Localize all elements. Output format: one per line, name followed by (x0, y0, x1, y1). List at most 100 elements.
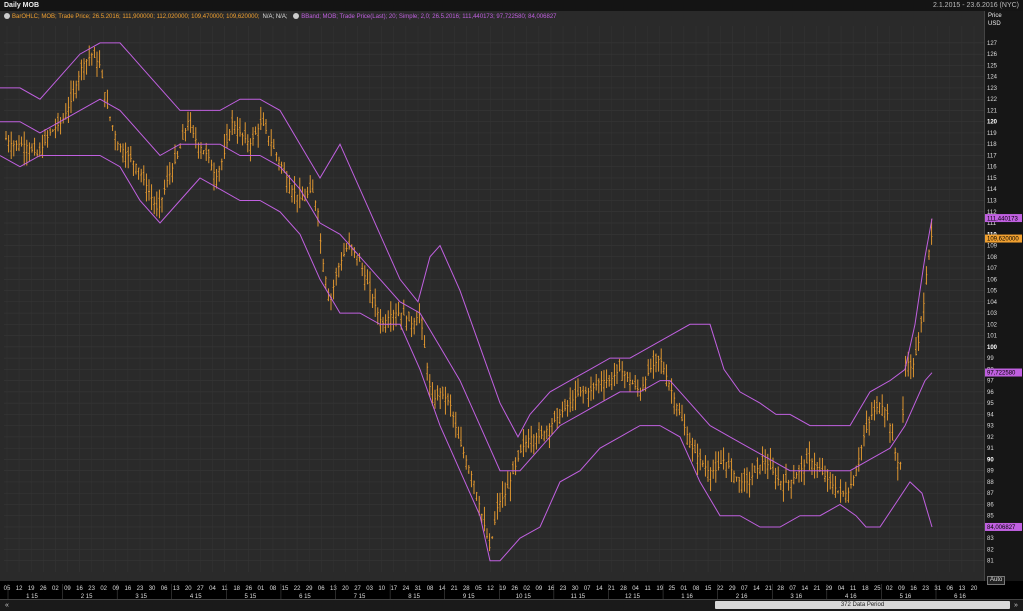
x-day-label: 09 (536, 586, 543, 592)
x-day-label: 20 (971, 586, 978, 592)
x-day-label: 20 (342, 586, 349, 592)
y-tick-label: 126 (987, 52, 998, 58)
x-day-label: 28 (777, 586, 784, 592)
y-tick-label: 85 (987, 514, 994, 520)
x-day-label: 09 (64, 586, 71, 592)
x-day-label: 07 (789, 586, 796, 592)
y-tick-label: 93 (987, 424, 994, 430)
x-day-label: 04 (632, 586, 639, 592)
x-day-label: 08 (427, 586, 434, 592)
time-scrollbar[interactable]: « 372 Data Period » (0, 599, 1023, 611)
x-day-label: 28 (463, 586, 470, 592)
x-day-label: 24 (403, 586, 410, 592)
x-day-label: 14 (596, 586, 603, 592)
y-tick-label: 113 (987, 198, 997, 204)
x-day-label: 26 (511, 586, 518, 592)
x-day-label: 21 (814, 586, 821, 592)
y-tick-label: 109 (987, 244, 998, 250)
x-day-label: 01 (257, 586, 264, 592)
x-day-label: 04 (209, 586, 216, 592)
x-day-label: 02 (52, 586, 59, 592)
price-tag-label: 109,620000 (987, 237, 1019, 243)
y-tick-label: 108 (987, 255, 998, 261)
x-day-label: 12 (16, 586, 23, 592)
x-day-label: 06 (946, 586, 953, 592)
y-tick-label: 117 (987, 153, 997, 159)
y-tick-label: 86 (987, 502, 994, 508)
x-day-label: 11 (850, 586, 857, 592)
x-day-label: 21 (608, 586, 615, 592)
y-tick-label: 99 (987, 356, 994, 362)
x-day-label: 23 (88, 586, 95, 592)
double-chevron-right-icon[interactable]: » (1011, 601, 1021, 610)
y-tick-label: 122 (987, 97, 998, 103)
x-day-label: 16 (910, 586, 917, 592)
x-day-label: 27 (354, 586, 361, 592)
x-day-label: 30 (149, 586, 156, 592)
x-day-label: 14 (439, 586, 446, 592)
y-tick-label: 89 (987, 469, 994, 475)
x-day-label: 31 (415, 586, 422, 592)
x-day-label: 30 (572, 586, 579, 592)
period-label: 372 Data Period (840, 602, 885, 608)
y-tick-label: 95 (987, 401, 994, 407)
x-day-label: 21 (451, 586, 458, 592)
x-day-label: 19 (28, 586, 35, 592)
y-tick-label: 92 (987, 435, 994, 441)
price-tag-label: 84,006827 (987, 525, 1016, 531)
y-tick-label: 114 (987, 187, 997, 193)
x-day-label: 02 (100, 586, 107, 592)
y-tick-label: 83 (987, 536, 994, 542)
y-tick-label: 101 (987, 334, 998, 340)
y-tick-label: 96 (987, 390, 994, 396)
x-day-label: 19 (499, 586, 506, 592)
y-tick-label: 102 (987, 322, 998, 328)
y-tick-label: 121 (987, 108, 998, 114)
double-chevron-left-icon[interactable]: « (2, 601, 12, 610)
x-day-label: 13 (330, 586, 337, 592)
x-day-label: 07 (584, 586, 591, 592)
y-tick-label: 125 (987, 63, 998, 69)
y-tick-label: 115 (987, 176, 997, 182)
x-day-label: 13 (173, 586, 180, 592)
x-day-label: 10 (378, 586, 385, 592)
y-tick-label: 106 (987, 277, 998, 283)
x-day-label: 14 (801, 586, 808, 592)
x-day-label: 18 (233, 586, 240, 592)
auto-scale-button[interactable]: Auto (987, 576, 1006, 585)
x-day-label: 01 (681, 586, 688, 592)
x-day-label: 05 (475, 586, 482, 592)
x-day-label: 25 (874, 586, 881, 592)
x-day-label: 22 (294, 586, 301, 592)
x-day-label: 15 (282, 586, 289, 592)
x-day-label: 19 (656, 586, 663, 592)
y-tick-label: 87 (987, 491, 994, 497)
y-tick-label: 91 (987, 446, 994, 452)
y-tick-label: 90 (987, 457, 994, 463)
x-day-label: 02 (886, 586, 893, 592)
x-day-label: 28 (620, 586, 627, 592)
y-tick-label: 107 (987, 266, 998, 272)
x-day-label: 18 (862, 586, 869, 592)
y-tick-label: 124 (987, 75, 998, 81)
x-day-label: 04 (838, 586, 845, 592)
y-tick-label: 116 (987, 165, 997, 171)
y-tick-label: 120 (987, 120, 998, 126)
x-day-label: 09 (112, 586, 119, 592)
price-tag-label: 97,722580 (987, 371, 1016, 377)
x-day-label: 25 (668, 586, 675, 592)
y-tick-label: 82 (987, 547, 994, 553)
x-day-label: 14 (753, 586, 760, 592)
x-day-label: 08 (270, 586, 277, 592)
x-day-label: 20 (185, 586, 192, 592)
y-tick-label: 105 (987, 289, 998, 295)
x-day-label: 13 (959, 586, 966, 592)
x-day-label: 26 (245, 586, 252, 592)
x-day-label: 09 (898, 586, 905, 592)
y-tick-label: 100 (987, 345, 998, 351)
x-day-label: 05 (4, 586, 11, 592)
x-day-label: 11 (645, 586, 652, 592)
scroll-thumb[interactable]: 372 Data Period (715, 601, 1010, 609)
price-chart-svg: 8182838485868788899091929394959697989910… (0, 26, 1022, 600)
y-tick-label: 97 (987, 379, 994, 385)
